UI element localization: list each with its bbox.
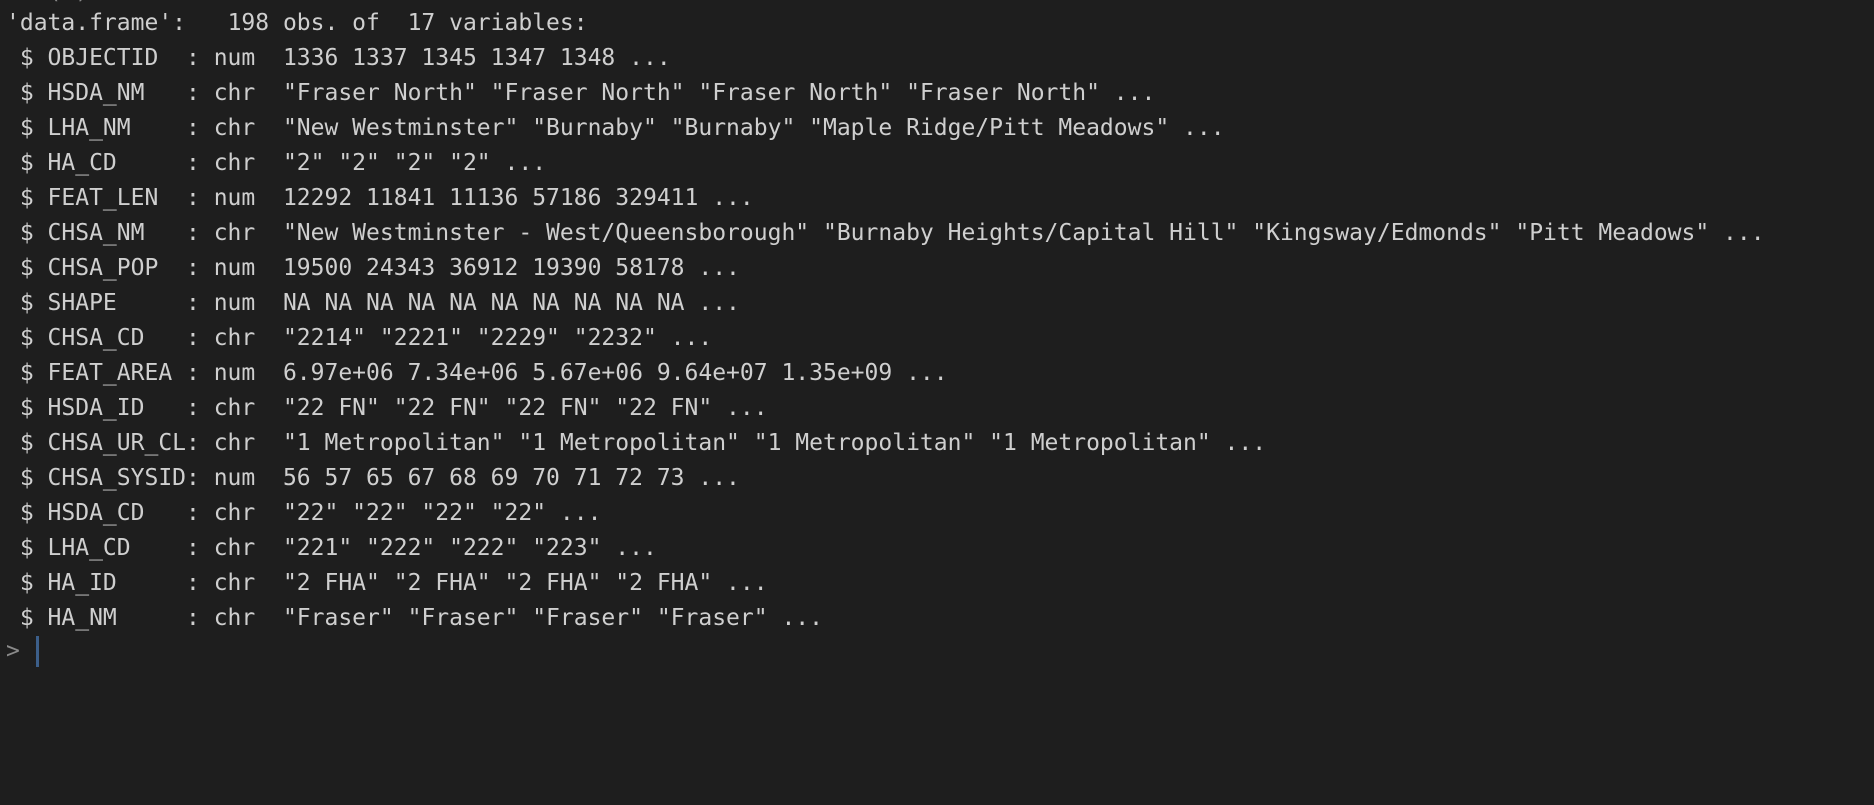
text-cursor xyxy=(35,636,39,667)
str-output-row: $ HSDA_NM : chr "Fraser North" "Fraser N… xyxy=(6,80,1156,106)
str-output-row: $ HSDA_CD : chr "22" "22" "22" "22" ... xyxy=(6,500,602,526)
str-output-row: $ HSDA_ID : chr "22 FN" "22 FN" "22 FN" … xyxy=(6,395,768,421)
str-output-row: $ CHSA_UR_CL: chr "1 Metropolitan" "1 Me… xyxy=(6,430,1267,456)
str-output-row: $ CHSA_POP : num 19500 24343 36912 19390… xyxy=(6,255,740,281)
console-prompt: > xyxy=(6,638,20,664)
console-input-line[interactable]: > xyxy=(6,634,39,669)
str-output-row: $ SHAPE : num NA NA NA NA NA NA NA NA NA… xyxy=(6,290,740,316)
str-output-row: $ OBJECTID : num 1336 1337 1345 1347 134… xyxy=(6,45,671,71)
r-console[interactable]: str(d) 'data.frame': 198 obs. of 17 vari… xyxy=(0,0,1874,672)
str-output-header: 'data.frame': 198 obs. of 17 variables: xyxy=(6,10,588,36)
str-output-row: $ HA_NM : chr "Fraser" "Fraser" "Fraser"… xyxy=(6,605,823,631)
str-output-row: $ CHSA_SYSID: num 56 57 65 67 68 69 70 7… xyxy=(6,465,740,491)
str-output-row: $ HA_CD : chr "2" "2" "2" "2" ... xyxy=(6,150,547,176)
str-output-row: $ LHA_CD : chr "221" "222" "222" "223" .… xyxy=(6,535,657,561)
str-output-row: $ FEAT_LEN : num 12292 11841 11136 57186… xyxy=(6,185,754,211)
str-output-row: $ CHSA_CD : chr "2214" "2221" "2229" "22… xyxy=(6,325,713,351)
str-output-row: $ LHA_NM : chr "New Westminster" "Burnab… xyxy=(6,115,1225,141)
str-output-row: $ FEAT_AREA : num 6.97e+06 7.34e+06 5.67… xyxy=(6,360,948,386)
str-output-row: $ CHSA_NM : chr "New Westminster - West/… xyxy=(6,220,1765,246)
str-output-row: $ HA_ID : chr "2 FHA" "2 FHA" "2 FHA" "2… xyxy=(6,570,768,596)
